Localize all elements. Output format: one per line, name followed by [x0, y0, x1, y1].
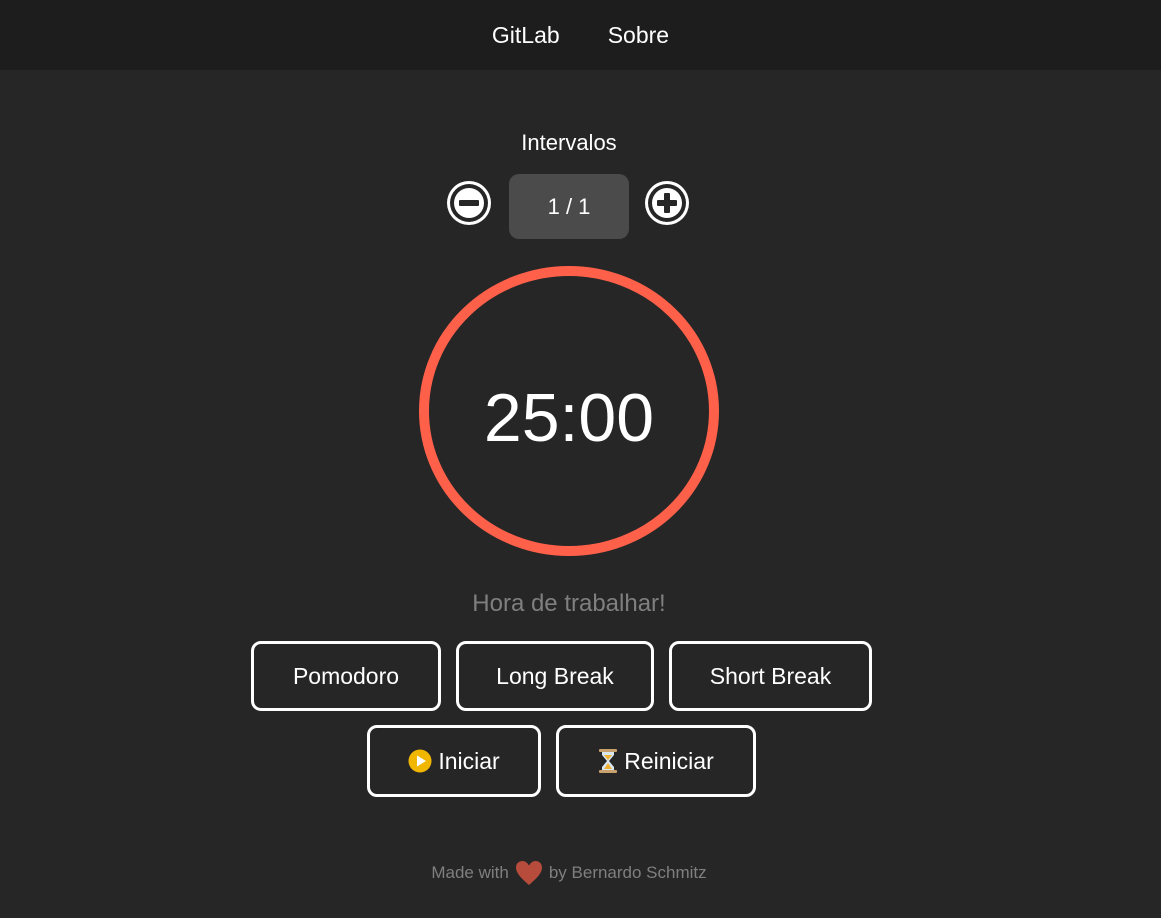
top-nav: GitLab Sobre — [0, 0, 1161, 70]
pomodoro-button[interactable]: Pomodoro — [251, 641, 441, 711]
play-icon — [408, 749, 432, 773]
interval-counter: 1 / 1 — [509, 174, 629, 239]
reset-button-label: Reiniciar — [624, 747, 714, 774]
pomodoro-button-label: Pomodoro — [292, 662, 400, 689]
footer-made-with: Made with — [431, 863, 509, 882]
timer-display: 25:00 — [483, 380, 655, 456]
short-break-button[interactable]: Short Break — [669, 641, 872, 711]
status-message: Hora de trabalhar! — [472, 590, 666, 617]
long-break-button[interactable]: Long Break — [456, 641, 654, 711]
long-break-button-label: Long Break — [496, 662, 614, 689]
footer-author: by Bernardo Schmitz — [548, 863, 707, 882]
short-break-button-label: Short Break — [709, 662, 832, 689]
footer: Made with by Bernardo Schmitz — [0, 860, 1138, 886]
reset-button[interactable]: Reiniciar — [556, 725, 756, 797]
heart-icon — [515, 860, 543, 886]
hourglass-icon — [598, 748, 618, 774]
nav-link-about[interactable]: Sobre — [608, 22, 669, 49]
increase-interval-button[interactable] — [642, 178, 692, 228]
start-button-label: Iniciar — [438, 747, 500, 774]
minus-circle-icon — [447, 181, 491, 225]
start-button[interactable]: Iniciar — [367, 725, 541, 797]
decrease-interval-button[interactable] — [444, 178, 494, 228]
plus-circle-icon — [645, 181, 689, 225]
intervals-label: Intervalos — [521, 130, 617, 155]
nav-link-gitlab[interactable]: GitLab — [492, 22, 560, 49]
